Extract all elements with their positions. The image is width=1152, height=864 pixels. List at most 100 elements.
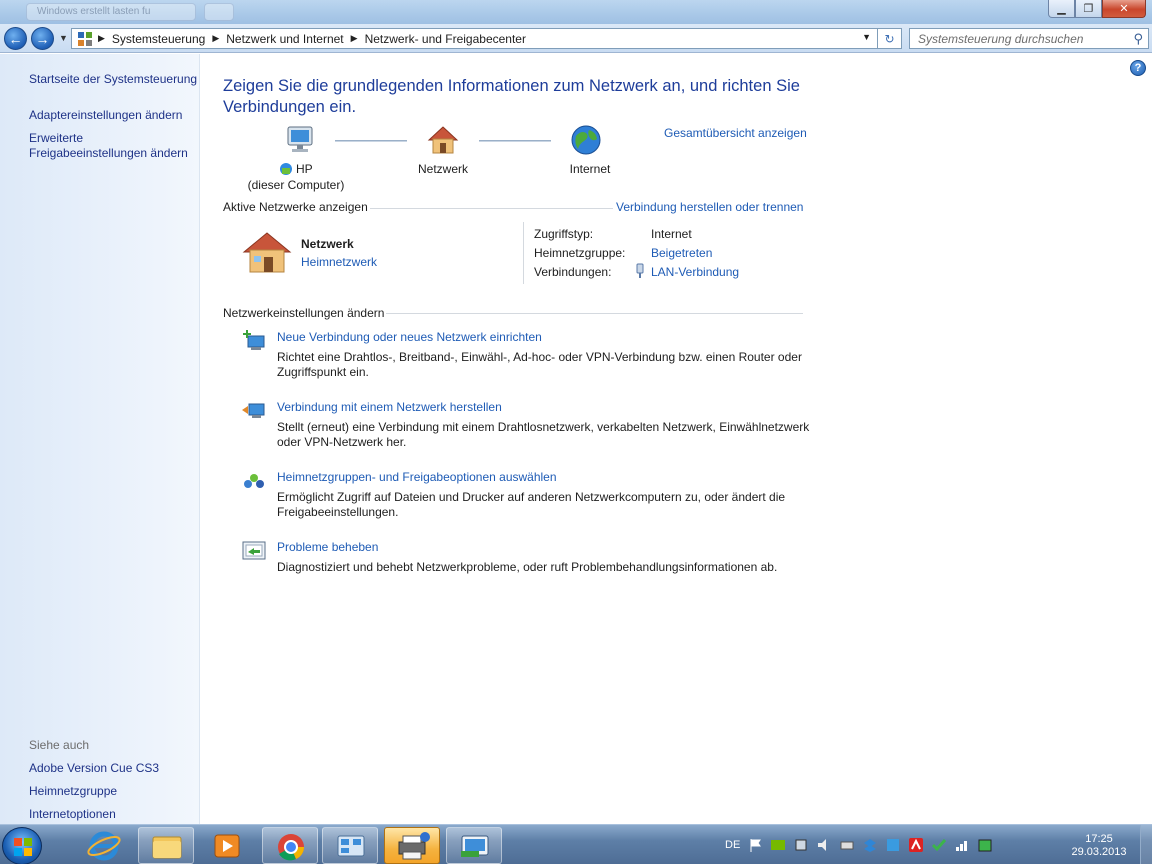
folder-icon	[152, 836, 182, 859]
window-title: Windows erstellt lasten fu	[37, 6, 151, 17]
connections-label: Verbindungen:	[534, 265, 612, 279]
nvidia-icon[interactable]	[770, 837, 786, 853]
language-indicator[interactable]: DE	[725, 839, 740, 851]
network-house-icon[interactable]	[426, 124, 460, 156]
sync-icon[interactable]	[885, 837, 901, 853]
lan-connection-link[interactable]: LAN-Verbindung	[651, 265, 739, 279]
breadcrumb-systemsteuerung[interactable]: Systemsteuerung	[112, 32, 205, 46]
section-divider	[370, 208, 613, 209]
clock-date: 29.03.2013	[1071, 846, 1127, 858]
taskbar-devices-printers[interactable]	[384, 827, 440, 864]
sidebar-link-adaptereinstellungen[interactable]: Adaptereinstellungen ändern	[29, 108, 182, 123]
taskbar: DE 17:25 29.03.2013	[0, 824, 1152, 864]
task-connect-network-link[interactable]: Verbindung mit einem Netzwerk herstellen	[277, 400, 502, 414]
task-desc-line: Ermöglicht Zugriff auf Dateien und Druck…	[277, 490, 786, 504]
taskbar-network-app[interactable]	[322, 827, 378, 864]
printer-tray-icon[interactable]	[839, 837, 855, 853]
forward-button[interactable]: →	[31, 27, 54, 50]
task-desc-line: Diagnostiziert und behebt Netzwerkproble…	[277, 560, 778, 574]
clock-time: 17:25	[1085, 833, 1113, 845]
security-check-icon[interactable]	[931, 837, 947, 853]
task-new-connection-link[interactable]: Neue Verbindung oder neues Netzwerk einr…	[277, 330, 542, 344]
start-button[interactable]	[2, 827, 42, 864]
breadcrumb-netzwerk-und-internet[interactable]: Netzwerk und Internet	[226, 32, 343, 46]
task-new-connection-desc: Richtet eine Drahtlos-, Breitband-, Einw…	[277, 350, 817, 380]
internet-label: Internet	[569, 162, 611, 176]
breadcrumb-freigabecenter[interactable]: Netzwerk- und Freigabecenter	[365, 32, 526, 46]
refresh-button[interactable]: ↻	[878, 28, 902, 49]
task-homegroup-link[interactable]: Heimnetzgruppen- und Freigabeoptionen au…	[277, 470, 557, 484]
see-also-internetoptionen[interactable]: Internetoptionen	[29, 807, 116, 822]
taskbar-network-center[interactable]	[446, 827, 502, 864]
clock[interactable]: 17:25 29.03.2013	[1064, 833, 1134, 859]
task-troubleshoot-link[interactable]: Probleme beheben	[277, 540, 378, 554]
breadcrumb-separator-icon[interactable]: ▶	[351, 33, 358, 44]
taskbar-explorer[interactable]	[138, 827, 194, 864]
media-player-icon	[214, 834, 240, 858]
chrome-icon	[278, 834, 304, 861]
address-bar[interactable]: ▶ Systemsteuerung ▶ Netzwerk und Interne…	[71, 28, 878, 49]
task-desc-line: Richtet eine Drahtlos-, Breitband-, Einw…	[277, 350, 802, 364]
see-also-adobe-version-cue[interactable]: Adobe Version Cue CS3	[29, 761, 159, 776]
computer-icon[interactable]	[284, 124, 316, 156]
task-desc-line: oder VPN-Netzwerk her.	[277, 435, 407, 449]
breadcrumb-separator-icon[interactable]: ▶	[212, 33, 219, 44]
update-icon[interactable]	[977, 837, 993, 853]
homegroup-link[interactable]: Beigetreten	[651, 246, 712, 260]
connector-line	[335, 140, 407, 142]
troubleshoot-icon	[242, 541, 266, 560]
close-button[interactable]: ✕	[1102, 0, 1146, 18]
history-dropdown[interactable]: ▼	[59, 33, 68, 43]
show-desktop-button[interactable]	[1140, 825, 1152, 864]
internet-globe-icon[interactable]	[570, 124, 602, 156]
network-tray-icon[interactable]	[954, 837, 970, 853]
active-network-name: Netzwerk	[301, 237, 354, 251]
sidebar-link-freigabeeinstellungen[interactable]: Freigabeeinstellungen ändern	[29, 146, 188, 161]
antivirus-icon[interactable]	[908, 837, 924, 853]
taskbar-internet-explorer[interactable]	[76, 827, 132, 864]
page-heading-line2: Verbindungen ein.	[223, 98, 357, 116]
settings-title: Netzwerkeinstellungen ändern	[223, 306, 385, 320]
taskbar-media-player[interactable]	[199, 827, 255, 864]
see-also-heimnetzgruppe[interactable]: Heimnetzgruppe	[29, 784, 117, 799]
window-title-tab-small[interactable]	[204, 3, 234, 21]
main-content: ? Zeigen Sie die grundlegenden Informati…	[200, 54, 1152, 824]
overview-link[interactable]: Gesamtübersicht anzeigen	[664, 126, 807, 140]
volume-icon[interactable]	[816, 837, 832, 853]
taskbar-chrome[interactable]	[262, 827, 318, 864]
network-label: Netzwerk	[417, 162, 468, 176]
network-app-icon	[337, 835, 365, 857]
help-icon[interactable]: ?	[1130, 60, 1146, 76]
connect-disconnect-link[interactable]: Verbindung herstellen oder trennen	[616, 200, 803, 214]
task-desc-line: Stellt (erneut) eine Verbindung mit eine…	[277, 420, 810, 434]
vertical-divider	[523, 222, 524, 284]
task-desc-line: Zugriffspunkt ein.	[277, 365, 369, 379]
minimize-icon: ▁	[1057, 3, 1066, 15]
search-icon[interactable]: ⚲	[1133, 31, 1143, 47]
refresh-icon: ↻	[884, 31, 895, 46]
back-button[interactable]: ←	[4, 27, 27, 50]
network-center-icon	[461, 835, 489, 857]
page-heading: Zeigen Sie die grundlegenden Information…	[223, 76, 803, 118]
network-type-link[interactable]: Heimnetzwerk	[301, 255, 377, 269]
dropbox-icon[interactable]	[862, 837, 878, 853]
window-title-tab[interactable]: Windows erstellt lasten fu	[26, 3, 196, 21]
search-box[interactable]: ⚲	[909, 28, 1149, 49]
computer-name: HP	[296, 162, 313, 176]
restore-button[interactable]: ❐	[1075, 0, 1102, 18]
back-arrow-icon: ←	[8, 30, 23, 47]
control-panel-icon	[78, 31, 92, 46]
address-dropdown-icon[interactable]: ▼	[862, 32, 871, 42]
sidebar-link-erweiterte[interactable]: Erweiterte	[29, 131, 83, 146]
close-icon: ✕	[1119, 3, 1129, 15]
title-bar: Windows erstellt lasten fu ▁ ❐ ✕	[0, 0, 1152, 24]
minimize-button[interactable]: ▁	[1048, 0, 1075, 18]
see-also-label: Siehe auch	[29, 738, 90, 752]
breadcrumb-separator-icon[interactable]: ▶	[98, 33, 105, 44]
task-troubleshoot-desc: Diagnostiziert und behebt Netzwerkproble…	[277, 560, 817, 575]
search-input[interactable]	[918, 31, 1128, 46]
sidebar-link-startseite[interactable]: Startseite der Systemsteuerung	[29, 72, 197, 87]
action-center-flag-icon[interactable]	[747, 837, 763, 853]
usb-device-icon[interactable]	[793, 837, 809, 853]
sidebar: Startseite der Systemsteuerung Adapterei…	[0, 54, 200, 824]
